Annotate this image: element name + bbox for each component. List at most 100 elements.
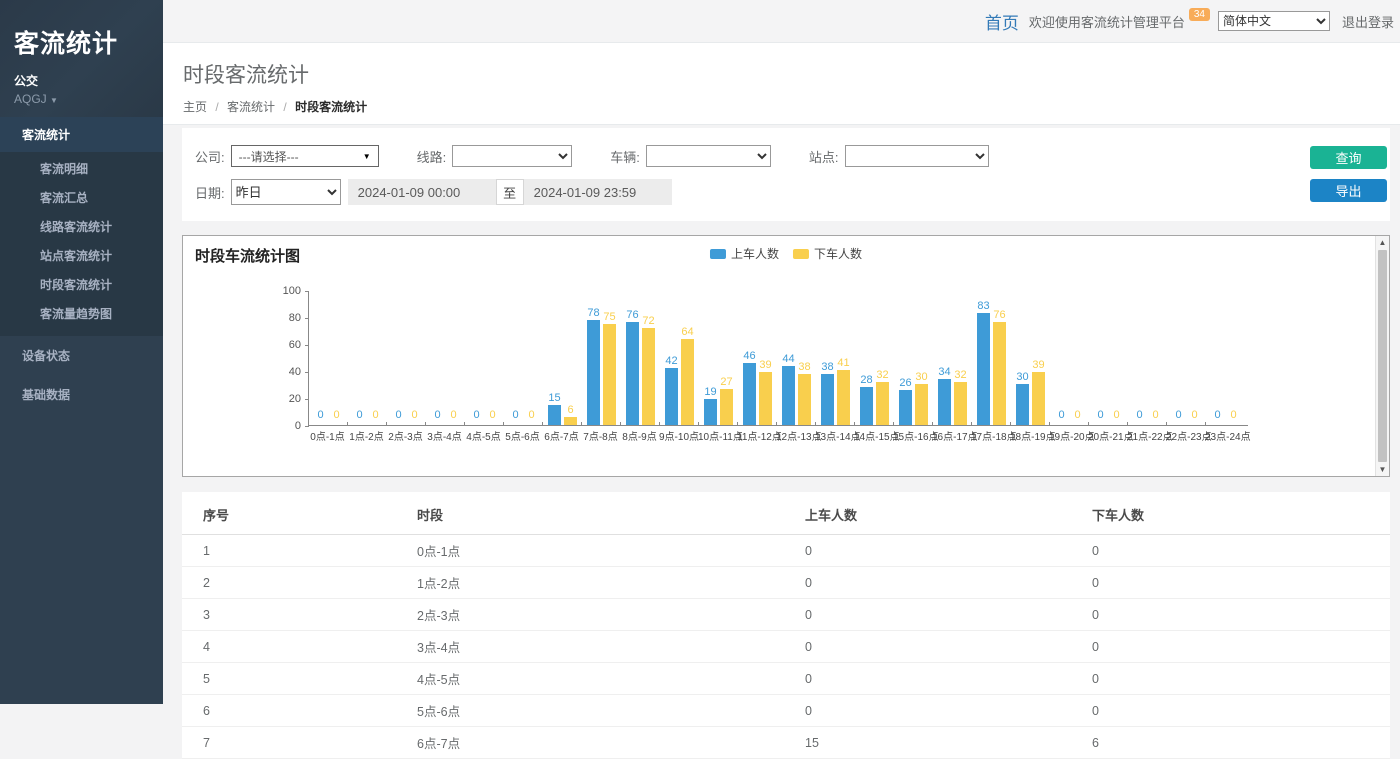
bar-value-label: 26: [899, 377, 911, 389]
org-label: 公交: [14, 72, 163, 89]
user-dropdown[interactable]: AQGJ ▼: [14, 92, 163, 106]
scrollbar-thumb[interactable]: [1378, 250, 1387, 462]
bar: [915, 384, 928, 425]
x-tick-label: 17点-18点: [971, 428, 1010, 443]
table-cell: 1: [182, 535, 409, 567]
table-cell: 0: [797, 631, 1084, 663]
bar: [704, 399, 717, 425]
sidebar-item-trend-chart[interactable]: 客流量趋势图: [0, 299, 163, 328]
bar-group: 38 41: [816, 291, 855, 425]
table-row: 76点-7点156: [182, 727, 1390, 759]
vertical-scrollbar[interactable]: ▲ ▼: [1375, 236, 1389, 476]
bar: [954, 382, 967, 425]
x-tick-label: 8点-9点: [620, 428, 659, 443]
query-button[interactable]: 查询: [1310, 146, 1387, 169]
sidebar-item-passenger-detail[interactable]: 客流明细: [0, 154, 163, 183]
scroll-up-icon[interactable]: ▲: [1379, 236, 1387, 249]
x-tick-label: 12点-13点: [776, 428, 815, 443]
table-cell: 0: [797, 599, 1084, 631]
bar-value-label: 41: [837, 357, 849, 369]
table-cell: 0: [797, 535, 1084, 567]
home-link[interactable]: 首页: [985, 9, 1019, 34]
x-tick-label: 0点-1点: [308, 428, 347, 443]
bar-group: 00: [1128, 291, 1167, 425]
notification-badge[interactable]: 34: [1189, 8, 1210, 21]
welcome-text: 欢迎使用客流统计管理平台: [1029, 12, 1185, 31]
table-cell: 7: [182, 727, 409, 759]
bar-group: 00: [426, 291, 465, 425]
logout-link[interactable]: 退出登录: [1342, 12, 1394, 31]
sidebar-item-passenger-stats[interactable]: 客流统计: [0, 117, 163, 152]
bar: [626, 322, 639, 425]
sidebar-item-period-stats[interactable]: 时段客流统计: [0, 270, 163, 299]
company-select[interactable]: ---请选择--- ▼: [231, 145, 379, 167]
bar-group: 00: [504, 291, 543, 425]
y-tick-label: 80: [267, 312, 301, 324]
date-from-input[interactable]: 2024-01-09 00:00: [348, 179, 496, 205]
bar-group: 00: [1206, 291, 1245, 425]
bar-value-label: 0: [434, 409, 440, 421]
table-header-cell: 时段: [409, 492, 797, 535]
y-tick: [305, 372, 309, 373]
bar: [548, 405, 561, 425]
bar-group: 2832: [855, 291, 894, 425]
table-header-cell: 下车人数: [1084, 492, 1390, 535]
sidebar-item-passenger-summary[interactable]: 客流汇总: [0, 183, 163, 212]
bar-value-label: 0: [317, 409, 323, 421]
y-tick-label: 0: [267, 420, 301, 432]
page-heading: 时段客流统计 主页 / 客流统计 / 时段客流统计: [163, 43, 1400, 125]
bar-value-label: 0: [1058, 409, 1064, 421]
chart-panel: 时段车流统计图 上车人数 下车人数 0000000000001567875767…: [182, 235, 1390, 477]
scroll-down-icon[interactable]: ▼: [1379, 463, 1387, 476]
line-select[interactable]: [452, 145, 572, 167]
bar-value-label: 46: [743, 350, 755, 362]
y-tick: [305, 345, 309, 346]
bar-value-label: 78: [587, 307, 599, 319]
y-tick: [305, 426, 309, 427]
bar-value-label: 75: [603, 311, 615, 323]
legend-item-boarding: 上车人数: [710, 245, 779, 262]
breadcrumb-section[interactable]: 客流统计: [227, 100, 275, 114]
x-tick-label: 10点-11点: [698, 428, 737, 443]
breadcrumb-home[interactable]: 主页: [183, 100, 207, 114]
bar: [642, 328, 655, 425]
x-tick-label: 15点-16点: [893, 428, 932, 443]
table-cell: 3点-4点: [409, 631, 797, 663]
vehicle-select[interactable]: [646, 145, 771, 167]
bar: [1016, 384, 1029, 425]
bar: [876, 382, 889, 425]
bar-group: 8376: [972, 291, 1011, 425]
table-row: 21点-2点00: [182, 567, 1390, 599]
language-select[interactable]: 简体中文: [1218, 11, 1330, 31]
x-tick-label: 23点-24点: [1205, 428, 1244, 443]
bar: [564, 417, 577, 425]
table-header-row: 序号时段上车人数下车人数: [182, 492, 1390, 535]
bar-value-label: 15: [548, 392, 560, 404]
sidebar-item-station-stats[interactable]: 站点客流统计: [0, 241, 163, 270]
bar-value-label: 0: [411, 409, 417, 421]
sidebar-item-base-data[interactable]: 基础数据: [0, 375, 163, 414]
top-navbar: 首页 欢迎使用客流统计管理平台 34 简体中文 退出登录: [163, 0, 1400, 43]
bar-value-label: 0: [1152, 409, 1158, 421]
bar-chart: 0000000000001567875767242641927463944383…: [308, 291, 1248, 426]
export-button[interactable]: 导出: [1310, 179, 1387, 202]
bar-group: 00: [1050, 291, 1089, 425]
date-preset-select[interactable]: 昨日: [231, 179, 341, 205]
table-cell: 2: [182, 567, 409, 599]
bar-value-label: 34: [938, 366, 950, 378]
bar-value-label: 76: [626, 309, 638, 321]
date-to-input[interactable]: 2024-01-09 23:59: [524, 179, 672, 205]
table-header-cell: 序号: [182, 492, 409, 535]
dropdown-arrow-icon: ▼: [363, 152, 371, 161]
bar: [899, 390, 912, 425]
main-area: 首页 欢迎使用客流统计管理平台 34 简体中文 退出登录 时段客流统计 主页 /…: [163, 0, 1400, 704]
x-tick-label: 19点-20点: [1049, 428, 1088, 443]
x-tick-label: 5点-6点: [503, 428, 542, 443]
sidebar-item-line-stats[interactable]: 线路客流统计: [0, 212, 163, 241]
station-select[interactable]: [845, 145, 989, 167]
table-cell: 5: [182, 663, 409, 695]
sidebar-item-device-status[interactable]: 设备状态: [0, 336, 163, 375]
bar-value-label: 38: [821, 361, 833, 373]
y-tick: [305, 291, 309, 292]
bar: [587, 320, 600, 425]
